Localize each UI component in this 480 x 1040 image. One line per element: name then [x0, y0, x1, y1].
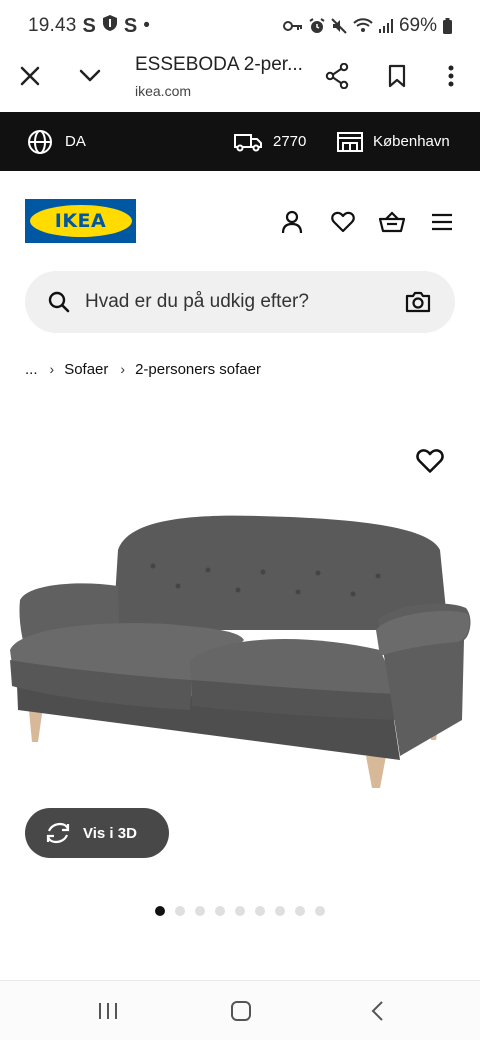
wishlist-button[interactable]	[330, 209, 356, 235]
chevron-down-icon	[79, 69, 101, 82]
tab-title: ESSEBODA 2-per...	[135, 54, 303, 75]
ikea-logo[interactable]: IKEA	[25, 199, 136, 243]
image-pagination	[155, 906, 325, 916]
basket-icon	[379, 211, 405, 233]
notification-s-icon: S	[82, 14, 96, 37]
pagination-dot[interactable]	[215, 906, 225, 916]
language-label: DA	[65, 133, 86, 150]
bookmark-button[interactable]	[377, 56, 417, 96]
search-bar[interactable]: Hvad er du på udkig efter?	[25, 271, 455, 333]
cart-button[interactable]	[379, 209, 405, 235]
shield-icon	[102, 14, 118, 38]
store-selector[interactable]: København	[337, 131, 450, 153]
product-image-sofa[interactable]	[8, 510, 472, 790]
battery-icon	[443, 18, 452, 34]
bookmark-icon	[388, 64, 406, 88]
add-to-favorites-button[interactable]	[416, 448, 444, 476]
notification-s-icon-2: S	[123, 14, 138, 37]
search-input[interactable]: Hvad er du på udkig efter?	[85, 291, 309, 313]
pagination-dot[interactable]	[235, 906, 245, 916]
pagination-dot[interactable]	[195, 906, 205, 916]
camera-search-icon[interactable]	[405, 290, 431, 319]
browser-toolbar: ESSEBODA 2-per... ikea.com	[0, 52, 480, 112]
close-tab-button[interactable]	[10, 56, 50, 96]
more-vertical-icon	[448, 65, 454, 87]
more-notifications-dot: •	[143, 15, 150, 36]
product-gallery: Vis i 3D	[0, 390, 480, 950]
pagination-dot[interactable]	[255, 906, 265, 916]
recent-apps-button[interactable]	[93, 999, 123, 1023]
pagination-dot[interactable]	[295, 906, 305, 916]
back-button[interactable]	[362, 999, 392, 1023]
utility-bar: DA 2770 København	[0, 112, 480, 171]
globe-icon	[28, 129, 52, 154]
share-icon	[325, 63, 349, 89]
pagination-dot[interactable]	[275, 906, 285, 916]
breadcrumb-item-2-personers-sofaer[interactable]: 2-personers sofaer	[135, 361, 261, 378]
system-navigation-bar	[0, 980, 480, 1040]
pagination-dot[interactable]	[155, 906, 165, 916]
account-button[interactable]	[279, 209, 305, 235]
logo-oval: IKEA	[29, 205, 132, 237]
rotate-3d-icon	[46, 822, 70, 844]
more-options-button[interactable]	[431, 56, 471, 96]
postcode-selector[interactable]: 2770	[233, 131, 306, 153]
view-in-3d-button[interactable]: Vis i 3D	[25, 808, 169, 858]
heart-icon	[416, 449, 444, 473]
back-icon	[371, 1001, 383, 1021]
sofa-leg	[366, 756, 386, 788]
user-icon	[281, 210, 303, 234]
menu-button[interactable]	[429, 209, 455, 235]
breadcrumb-item-sofaer[interactable]: Sofaer	[64, 361, 108, 378]
tab-url: ikea.com	[135, 83, 192, 99]
pagination-dot[interactable]	[175, 906, 185, 916]
heart-icon	[331, 211, 355, 233]
mute-icon	[331, 18, 347, 34]
postcode-label: 2770	[273, 133, 307, 150]
status-time: 19.43	[28, 15, 77, 36]
store-label: København	[373, 133, 450, 150]
truck-icon	[234, 133, 262, 151]
breadcrumb-ellipsis[interactable]: ...	[25, 361, 38, 378]
key-icon	[282, 20, 303, 32]
chevron-right-icon: ›	[120, 361, 126, 377]
wifi-icon	[353, 18, 373, 34]
hamburger-icon	[432, 213, 452, 231]
chevron-right-icon: ›	[49, 361, 55, 377]
language-selector[interactable]: DA	[27, 129, 86, 155]
logo-text: IKEA	[54, 210, 107, 232]
tab-info[interactable]: ESSEBODA 2-per... ikea.com	[135, 54, 303, 99]
pagination-dot[interactable]	[315, 906, 325, 916]
site-header: IKEA	[0, 171, 480, 271]
alarm-icon	[309, 18, 325, 34]
battery-percent: 69%	[398, 15, 437, 36]
share-button[interactable]	[317, 56, 357, 96]
signal-icon	[378, 19, 393, 33]
recent-apps-icon	[99, 1003, 117, 1019]
home-button[interactable]	[226, 999, 256, 1023]
home-icon	[231, 1001, 251, 1021]
collapse-button[interactable]	[70, 56, 110, 96]
store-icon	[337, 131, 363, 152]
view-in-3d-label: Vis i 3D	[83, 824, 137, 842]
search-icon	[47, 290, 71, 319]
close-icon	[20, 66, 40, 86]
breadcrumb: ... › Sofaer › 2-personers sofaer	[25, 359, 261, 379]
status-bar: 19.43 S S • 69%	[0, 0, 480, 52]
